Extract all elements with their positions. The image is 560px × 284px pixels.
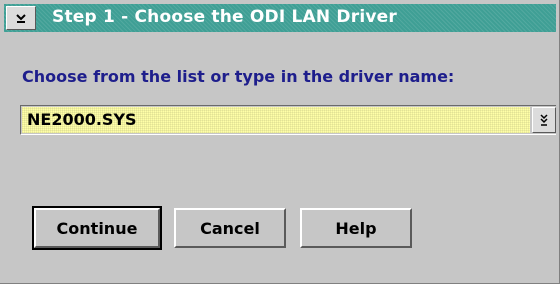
driver-name-input[interactable]: NE2000.SYS xyxy=(22,107,530,133)
system-menu-glyph xyxy=(16,14,26,23)
dropdown-glyph xyxy=(540,114,548,126)
dialog-window: Step 1 - Choose the ODI LAN Driver Choos… xyxy=(0,0,560,284)
cancel-button[interactable]: Cancel xyxy=(174,208,286,248)
driver-combo-box[interactable]: NE2000.SYS xyxy=(20,105,556,135)
window-title: Step 1 - Choose the ODI LAN Driver xyxy=(52,7,397,27)
continue-button[interactable]: Continue xyxy=(32,206,162,250)
dropdown-arrow-icon[interactable] xyxy=(532,107,556,133)
title-bar[interactable]: Step 1 - Choose the ODI LAN Driver xyxy=(4,4,556,32)
help-button[interactable]: Help xyxy=(300,208,412,248)
system-menu-icon[interactable] xyxy=(6,6,36,30)
driver-prompt-label: Choose from the list or type in the driv… xyxy=(22,67,455,86)
